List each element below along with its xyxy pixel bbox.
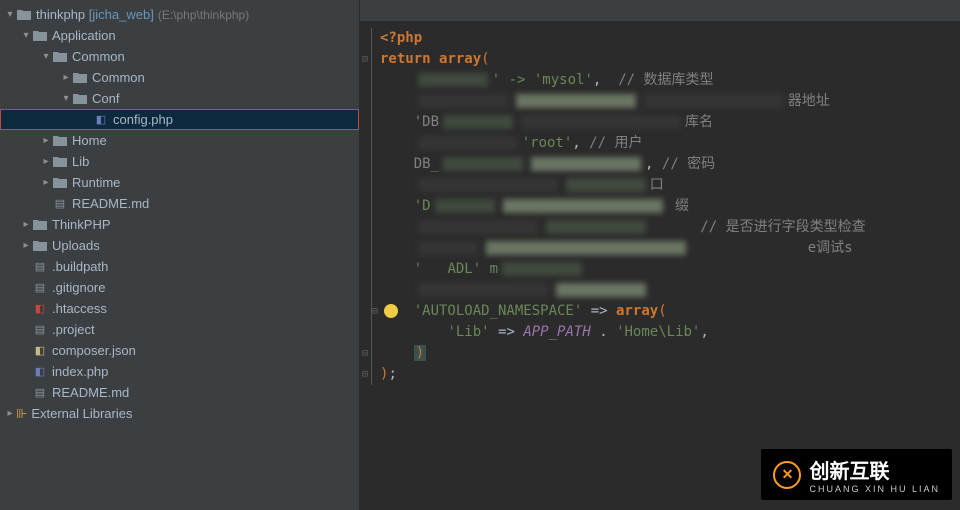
php-file-icon: ◧ [93, 113, 109, 127]
editor-tab-strip[interactable] [360, 0, 960, 22]
tree-folder-application[interactable]: ▾ Application [0, 25, 359, 46]
chevron-right-icon: ▸ [40, 177, 52, 188]
library-icon: ⊪ [16, 406, 27, 422]
tree-file-gitignore[interactable]: ▸ ▤ .gitignore [0, 277, 359, 298]
tree-folder-runtime[interactable]: ▸ Runtime [0, 172, 359, 193]
folder-icon [52, 134, 68, 148]
chevron-right-icon: ▸ [20, 240, 32, 251]
php-file-icon: ◧ [32, 365, 48, 379]
root-label: thinkphp [36, 7, 85, 22]
folder-icon [16, 8, 32, 22]
file-icon: ▤ [32, 323, 48, 337]
brand-subtext: CHUANG XIN HU LIAN [809, 484, 940, 494]
tree-folder-conf[interactable]: ▾ Conf [0, 88, 359, 109]
tree-root[interactable]: ▾ thinkphp [jicha_web] (E:\php\thinkphp) [0, 4, 359, 25]
root-path: (E:\php\thinkphp) [158, 8, 249, 22]
brand-watermark: ✕ 创新互联 CHUANG XIN HU LIAN [761, 449, 952, 500]
fold-end-icon[interactable]: ⊟ [362, 364, 368, 385]
chevron-right-icon: ▸ [20, 219, 32, 230]
folder-icon [32, 218, 48, 232]
tree-folder-home[interactable]: ▸ Home [0, 130, 359, 151]
tree-folder-uploads[interactable]: ▸ Uploads [0, 235, 359, 256]
json-file-icon: ◧ [32, 344, 48, 358]
fold-marker-icon[interactable]: ⊟ [362, 49, 368, 70]
tree-folder-common-sub[interactable]: ▸ Common [0, 67, 359, 88]
tree-file-config-php[interactable]: ▸ ◧ config.php [0, 109, 359, 130]
brand-text: 创新互联 [809, 461, 889, 483]
tree-file-buildpath[interactable]: ▸ ▤ .buildpath [0, 256, 359, 277]
folder-icon [32, 29, 48, 43]
tree-file-htaccess[interactable]: ▸ ◧ .htaccess [0, 298, 359, 319]
chevron-down-icon: ▾ [40, 51, 52, 62]
tree-folder-common[interactable]: ▾ Common [0, 46, 359, 67]
tree-file-composer[interactable]: ▸ ◧ composer.json [0, 340, 359, 361]
fold-marker-icon[interactable]: ⊟ [372, 301, 378, 322]
htaccess-icon: ◧ [32, 302, 48, 316]
fold-end-icon[interactable]: ⊟ [362, 343, 368, 364]
folder-icon [72, 92, 88, 106]
gutter-icon [364, 28, 372, 385]
tree-folder-lib[interactable]: ▸ Lib [0, 151, 359, 172]
tree-folder-thinkphp[interactable]: ▸ ThinkPHP [0, 214, 359, 235]
file-icon: ▤ [32, 281, 48, 295]
folder-icon [52, 155, 68, 169]
intention-bulb-icon[interactable] [384, 304, 398, 318]
editor[interactable]: <?php ⊟return array( ' -> 'mysol', // 数据… [360, 0, 960, 510]
folder-icon [72, 71, 88, 85]
file-icon: ▤ [32, 386, 48, 400]
folder-icon [32, 239, 48, 253]
tree-file-project[interactable]: ▸ ▤ .project [0, 319, 359, 340]
chevron-right-icon: ▸ [60, 72, 72, 83]
folder-icon [52, 176, 68, 190]
code-content[interactable]: <?php ⊟return array( ' -> 'mysol', // 数据… [360, 22, 960, 385]
tree-external-libraries[interactable]: ▸ ⊪ External Libraries [0, 403, 359, 424]
chevron-down-icon: ▾ [20, 30, 32, 41]
chevron-down-icon: ▾ [4, 9, 16, 20]
file-icon: ▤ [52, 197, 68, 211]
php-open-tag: <?php [380, 30, 422, 46]
root-branch: [jicha_web] [89, 7, 154, 22]
tree-file-readme1[interactable]: ▸ ▤ README.md [0, 193, 359, 214]
tree-file-index-php[interactable]: ▸ ◧ index.php [0, 361, 359, 382]
chevron-down-icon: ▾ [60, 93, 72, 104]
chevron-right-icon: ▸ [40, 156, 52, 167]
chevron-right-icon: ▸ [4, 408, 16, 419]
folder-icon [52, 50, 68, 64]
chevron-right-icon: ▸ [40, 135, 52, 146]
tree-file-readme2[interactable]: ▸ ▤ README.md [0, 382, 359, 403]
brand-logo-icon: ✕ [773, 461, 801, 489]
file-icon: ▤ [32, 260, 48, 274]
project-tree[interactable]: ▾ thinkphp [jicha_web] (E:\php\thinkphp)… [0, 0, 360, 510]
